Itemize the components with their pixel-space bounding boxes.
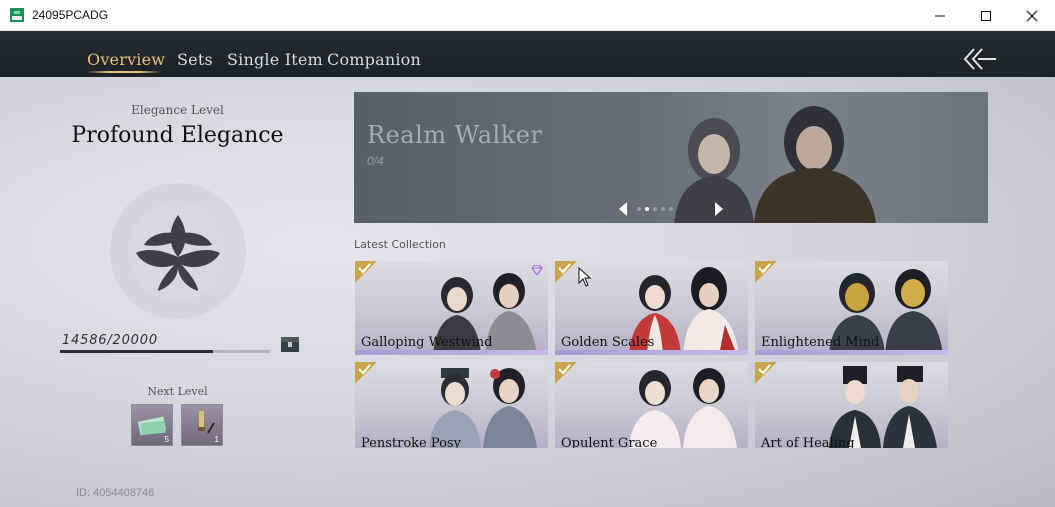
card-name: Opulent Grace: [561, 436, 658, 448]
minimize-button[interactable]: [917, 0, 963, 31]
card-name: Golden Scales: [561, 335, 655, 350]
carousel-next-icon[interactable]: [714, 202, 724, 216]
collection-card-art-of-healing[interactable]: Art of Healing: [755, 362, 948, 448]
carousel-dot[interactable]: [661, 207, 665, 211]
carousel-dot[interactable]: [669, 207, 673, 211]
check-badge-icon: [755, 261, 777, 283]
banner-title: Realm Walker: [367, 121, 543, 149]
check-badge-icon: [555, 362, 577, 384]
check-badge-icon: [555, 261, 577, 283]
next-level-reward[interactable]: 5: [131, 404, 173, 446]
tab-single-item[interactable]: Single Item: [227, 50, 323, 69]
window-title: 24095PCADG: [32, 8, 109, 22]
card-rarity-strip: [355, 350, 548, 355]
card-name: Galloping Westwind: [361, 335, 493, 350]
window-titlebar: 24095PCADG: [0, 0, 1055, 31]
maximize-button[interactable]: [963, 0, 1009, 31]
next-level-reward[interactable]: 1: [181, 404, 223, 446]
reward-count: 1: [214, 435, 219, 444]
next-level-label: Next Level: [147, 385, 208, 398]
gem-icon: [531, 265, 543, 275]
card-name: Penstroke Posy: [361, 436, 461, 448]
game-viewport: Overview Sets Single Item Companion Eleg…: [0, 31, 1055, 507]
elegance-level-title: Profound Elegance: [71, 123, 284, 148]
elegance-progress-fill: [60, 350, 214, 353]
app-icon: [10, 8, 24, 22]
close-icon: [1026, 10, 1038, 21]
check-badge-icon: [355, 261, 377, 283]
banner-progress: 0/4: [367, 154, 384, 168]
card-name: Enlightened Mind: [761, 335, 880, 350]
check-badge-icon: [355, 362, 377, 384]
close-button[interactable]: [1009, 0, 1055, 31]
active-tab-underline: [86, 71, 162, 73]
back-arrow-icon[interactable]: [960, 45, 1000, 73]
collection-card-opulent-grace[interactable]: Opulent Grace: [555, 362, 748, 448]
top-nav-bar: Overview Sets Single Item Companion: [0, 31, 1055, 77]
carousel-dots: [637, 207, 673, 211]
mouse-cursor-icon: [578, 267, 592, 287]
maximize-icon: [981, 10, 991, 21]
card-rarity-strip: [555, 350, 748, 355]
carousel-dot[interactable]: [645, 207, 649, 211]
tab-overview[interactable]: Overview: [87, 50, 165, 69]
tab-sets[interactable]: Sets: [177, 50, 213, 69]
collection-card-penstroke-posy[interactable]: Penstroke Posy: [355, 362, 548, 448]
latest-collection-label: Latest Collection: [354, 238, 446, 251]
lotus-emblem-icon: [110, 183, 246, 319]
carousel-dot[interactable]: [653, 207, 657, 211]
chest-icon[interactable]: [279, 334, 301, 354]
reward-count: 5: [164, 435, 169, 444]
card-rarity-strip: [755, 350, 948, 355]
elegance-progress-text: 14586/20000: [62, 333, 158, 348]
check-badge-icon: [755, 362, 777, 384]
elegance-level-label: Elegance Level: [131, 103, 224, 117]
featured-set-banner[interactable]: Realm Walker 0/4: [354, 92, 988, 223]
minimize-icon: [935, 15, 945, 16]
tab-companion[interactable]: Companion: [327, 50, 421, 69]
collection-card-enlightened-mind[interactable]: Enlightened Mind: [755, 261, 948, 355]
player-id: ID: 4054408746: [76, 487, 155, 499]
banner-characters: [674, 106, 876, 223]
carousel-dot[interactable]: [637, 207, 641, 211]
elegance-progress-bar: [60, 350, 270, 353]
carousel-prev-icon[interactable]: [618, 202, 628, 216]
collection-card-galloping-westwind[interactable]: Galloping Westwind: [355, 261, 548, 355]
card-name: Art of Healing: [761, 436, 855, 448]
